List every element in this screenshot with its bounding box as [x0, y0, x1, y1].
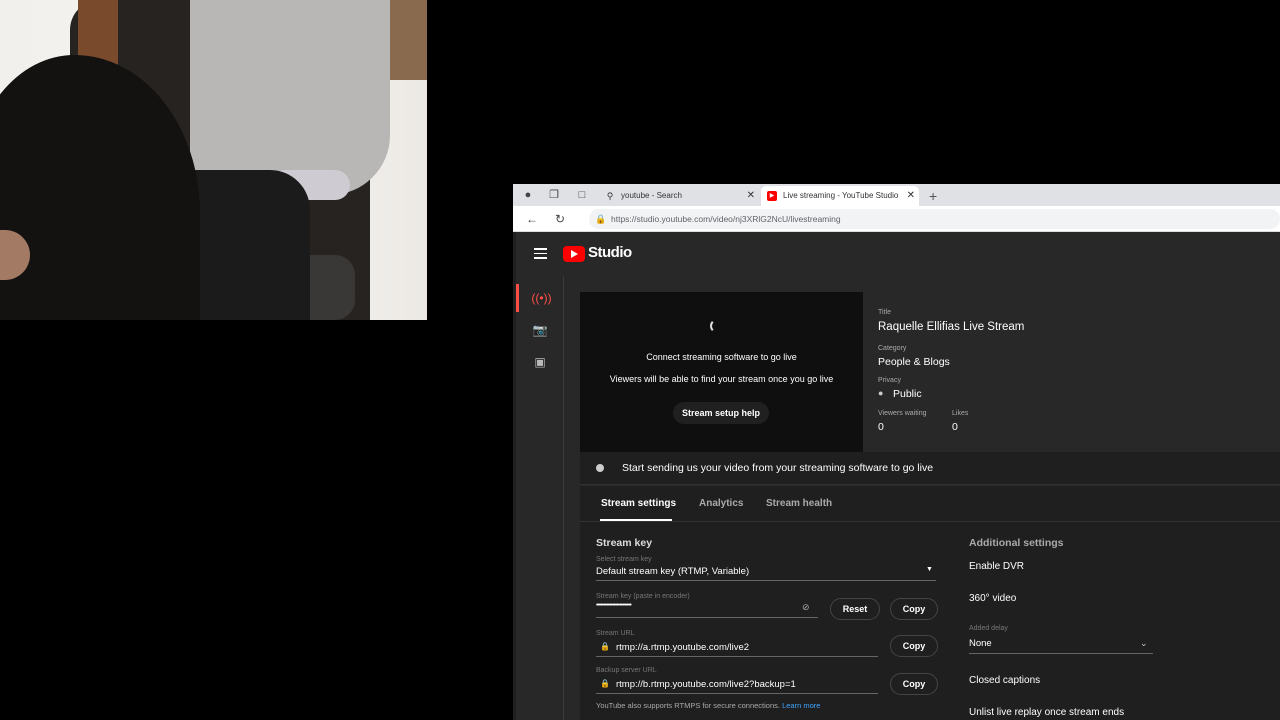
youtube-icon: ▶: [767, 191, 777, 201]
closed-captions-option[interactable]: Closed captions: [969, 675, 1040, 686]
backup-underline: [596, 693, 878, 694]
stream-preview: Connect streaming software to go live Vi…: [580, 292, 863, 452]
screen: ● ❐ □ ⚲ youtube - Search ✕ ▶ Live stream…: [0, 0, 1280, 720]
key-underline: [596, 617, 818, 618]
tab-youtube-studio[interactable]: ▶ Live streaming - YouTube Studio ✕: [761, 186, 919, 206]
tab-stream-health[interactable]: Stream health: [766, 498, 832, 509]
privacy-label: Privacy: [878, 377, 901, 384]
calendar-icon[interactable]: ▣: [516, 348, 564, 376]
stream-url-label: Stream URL: [596, 630, 635, 637]
camera-icon[interactable]: 📷: [516, 316, 564, 344]
studio-header: Studio: [516, 232, 1280, 276]
webcam-door: [385, 0, 427, 80]
added-delay-label: Added delay: [969, 625, 1008, 632]
address-bar: ← ↻ 🔒 https://studio.youtube.com/video/n…: [513, 206, 1280, 232]
youtube-logo-icon: [563, 246, 585, 262]
dropdown-arrow-icon[interactable]: ▼: [926, 566, 933, 573]
added-delay-select[interactable]: None: [969, 638, 992, 649]
webcam-overlay: [0, 0, 427, 320]
url-field[interactable]: 🔒 https://studio.youtube.com/video/nj3XR…: [589, 209, 1280, 229]
category-label: Category: [878, 345, 907, 352]
stream-key-select[interactable]: Default stream key (RTMP, Variable): [596, 566, 749, 577]
close-icon[interactable]: ✕: [747, 186, 755, 206]
select-underline: [596, 580, 936, 581]
youtube-studio: Studio ((•)) 📷 ▣ Connect streaming softw…: [516, 232, 1280, 720]
likes-value: 0: [952, 421, 958, 433]
sidebar: ((•)) 📷 ▣: [516, 276, 564, 720]
status-bar: Start sending us your video from your st…: [580, 452, 1280, 485]
preview-subtext: Viewers will be able to find your stream…: [609, 374, 834, 384]
backup-url-field[interactable]: rtmp://b.rtmp.youtube.com/live2?backup=1: [616, 679, 796, 690]
title-label: Title: [878, 309, 891, 316]
stream-info-panel: Title Raquelle Ellifias Live Stream Cate…: [863, 292, 1280, 452]
enable-dvr-option[interactable]: Enable DVR: [969, 561, 1024, 572]
profile-icon[interactable]: ●: [521, 188, 535, 202]
logo-text: Studio: [588, 244, 632, 261]
stream-key-label: Stream key (paste in encoder): [596, 593, 690, 600]
globe-icon: ●: [878, 388, 884, 398]
stream-key-field[interactable]: ••••••••••••••••••••••••: [596, 602, 632, 609]
url-text: https://studio.youtube.com/video/nj3XRlG…: [611, 214, 841, 224]
stream-icon[interactable]: ((•)): [516, 284, 564, 312]
reset-button[interactable]: Reset: [830, 598, 880, 620]
tab-label: Live streaming - YouTube Studio: [783, 191, 899, 200]
category-value: People & Blogs: [878, 356, 950, 368]
copy-key-button[interactable]: Copy: [890, 598, 938, 620]
tab-actions-icon[interactable]: □: [575, 188, 589, 202]
browser-window: ● ❐ □ ⚲ youtube - Search ✕ ▶ Live stream…: [513, 184, 1280, 720]
tab-youtube-search[interactable]: ⚲ youtube - Search ✕: [599, 186, 759, 206]
new-tab-icon[interactable]: +: [929, 186, 937, 206]
additional-settings-heading: Additional settings: [969, 537, 1064, 549]
tab-bar: ● ❐ □ ⚲ youtube - Search ✕ ▶ Live stream…: [513, 184, 1280, 206]
preview-message: Connect streaming software to go live: [646, 352, 797, 362]
lock-icon: 🔒: [595, 214, 607, 224]
url-underline: [596, 656, 878, 657]
refresh-icon[interactable]: ↻: [555, 212, 565, 226]
rtmps-note-text: YouTube also supports RTMPS for secure c…: [596, 701, 780, 710]
status-dot-icon: [596, 464, 604, 472]
delay-underline: [969, 653, 1153, 654]
copy-backup-url-button[interactable]: Copy: [890, 673, 938, 695]
active-tab-indicator: [600, 519, 672, 521]
chevron-down-icon[interactable]: ⌄: [1140, 638, 1148, 649]
stream-tabs: Stream settings Analytics Stream health: [580, 486, 1280, 522]
tab-label: youtube - Search: [621, 191, 682, 200]
viewers-label: Viewers waiting: [878, 410, 927, 417]
search-icon: ⚲: [606, 191, 614, 201]
workspaces-icon[interactable]: ❐: [547, 188, 561, 202]
learn-more-link[interactable]: Learn more: [782, 701, 820, 710]
stream-url-field[interactable]: rtmp://a.rtmp.youtube.com/live2: [616, 642, 749, 653]
tab-stream-settings[interactable]: Stream settings: [601, 498, 676, 509]
stream-key-heading: Stream key: [596, 537, 653, 549]
close-icon[interactable]: ✕: [907, 186, 915, 206]
loading-spinner-icon: [710, 319, 724, 333]
webcam-hoodie: [190, 0, 390, 195]
hide-key-icon[interactable]: ⊘: [802, 602, 810, 613]
lock-icon: 🔒: [600, 642, 610, 651]
unlist-replay-option[interactable]: Unlist live replay once stream ends: [969, 707, 1124, 718]
status-text: Start sending us your video from your st…: [622, 462, 934, 474]
back-icon[interactable]: ←: [526, 212, 538, 226]
select-key-label: Select stream key: [596, 556, 652, 563]
stream-setup-help-button[interactable]: Stream setup help: [673, 402, 769, 424]
rtmps-note: YouTube also supports RTMPS for secure c…: [596, 701, 820, 710]
lock-icon: 🔒: [600, 679, 610, 688]
360-video-option[interactable]: 360° video: [969, 593, 1016, 604]
stream-title: Raquelle Ellifias Live Stream: [878, 321, 1025, 333]
copy-url-button[interactable]: Copy: [890, 635, 938, 657]
backup-url-label: Backup server URL: [596, 667, 657, 674]
menu-icon[interactable]: [534, 248, 547, 259]
viewers-value: 0: [878, 421, 884, 433]
likes-label: Likes: [952, 410, 969, 417]
privacy-value: Public: [893, 388, 922, 400]
tab-analytics[interactable]: Analytics: [699, 498, 743, 509]
